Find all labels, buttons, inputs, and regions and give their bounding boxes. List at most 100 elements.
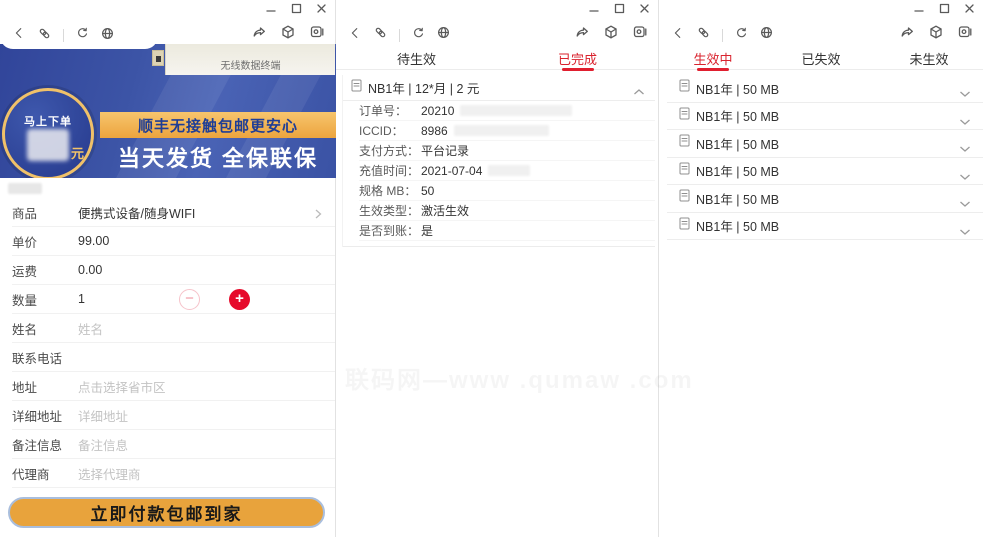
close-button[interactable] — [639, 3, 650, 14]
form-row-address-detail[interactable]: 详细地址 详细地址 — [12, 401, 335, 430]
close-button[interactable] — [964, 3, 975, 14]
minimize-button[interactable] — [589, 3, 600, 14]
maximize-button[interactable] — [614, 3, 625, 14]
form-row-product[interactable]: 商品 便携式设备/随身WIFI — [12, 198, 335, 227]
detail-label: 规格 MB： — [359, 184, 417, 198]
chevron-up-icon[interactable] — [633, 83, 645, 101]
address-detail-input[interactable]: 详细地址 — [78, 406, 128, 425]
refresh-icon[interactable] — [75, 26, 89, 45]
float-window-icon[interactable] — [632, 24, 648, 45]
nav-toolbar — [336, 22, 451, 48]
detail-value: 20210 — [421, 103, 455, 118]
chevron-down-icon[interactable] — [959, 140, 971, 158]
tab-expired-plans[interactable]: 已失效 — [767, 48, 875, 69]
maximize-button[interactable] — [291, 3, 302, 14]
globe-icon[interactable] — [436, 25, 451, 45]
refresh-icon[interactable] — [734, 26, 748, 45]
refresh-icon[interactable] — [411, 26, 425, 45]
photo-caption: 无线数据终端 — [220, 61, 281, 72]
order-card-title: NB1年 | 12*月 | 2 元 — [368, 82, 480, 96]
share-icon[interactable] — [251, 24, 267, 45]
agent-picker[interactable]: 选择代理商 — [78, 464, 141, 483]
divider — [722, 28, 723, 42]
document-icon — [351, 79, 362, 97]
back-icon[interactable] — [348, 26, 362, 45]
detail-label: 订单号： — [359, 104, 408, 118]
badge-text: 马上下单 — [24, 116, 72, 128]
tab-inactive-plans[interactable]: 未生效 — [875, 48, 983, 69]
chevron-down-icon[interactable] — [959, 168, 971, 186]
pay-now-button[interactable]: 立即付款包邮到家 — [8, 497, 325, 528]
row-label: 联系电话 — [12, 351, 63, 366]
form-row-phone[interactable]: 联系电话 — [12, 343, 335, 372]
float-window-icon[interactable] — [309, 24, 325, 45]
region-picker[interactable]: 点击选择省市区 — [78, 377, 166, 396]
float-window-icon[interactable] — [957, 24, 973, 45]
window-order-detail: 待生效 已完成 NB1年 | 12*月 | 2 元 订单号： 20210 ICC… — [336, 0, 659, 537]
share-icon[interactable] — [574, 24, 590, 45]
list-item[interactable]: NB1年 | 50 MB — [667, 130, 983, 158]
document-icon — [679, 107, 690, 125]
back-icon[interactable] — [671, 26, 685, 45]
document-icon — [679, 79, 690, 97]
share-icon[interactable] — [899, 24, 915, 45]
row-label: 地址 — [12, 380, 38, 395]
form-row-remarks[interactable]: 备注信息 备注信息 — [12, 430, 335, 459]
miniprogram-icon[interactable] — [280, 24, 296, 45]
globe-icon[interactable] — [100, 26, 115, 46]
window-order-form: 马上下单 元 顺丰无接触包邮更安心 当天发货 全保联保 无线数据终端 商品 便携… — [0, 0, 336, 537]
remarks-input[interactable]: 备注信息 — [78, 435, 128, 454]
form-row-name[interactable]: 姓名 姓名 — [12, 314, 335, 343]
detail-row-recharge-time: 充值时间： 2021-07-04 — [359, 161, 655, 181]
detail-row-order-no: 订单号： 20210 — [359, 101, 655, 121]
link-icon[interactable] — [373, 25, 388, 45]
miniprogram-icon[interactable] — [603, 24, 619, 45]
chevron-down-icon[interactable] — [959, 223, 971, 241]
miniprogram-icon[interactable] — [928, 24, 944, 45]
banner-headline: 当天发货 全保联保 — [117, 146, 319, 171]
redacted-value — [460, 105, 573, 116]
tab-active-plans[interactable]: 生效中 — [659, 48, 767, 69]
quantity-minus-button[interactable]: − — [179, 289, 200, 310]
detail-value: 平台记录 — [421, 144, 470, 158]
row-label: 商品 — [12, 206, 38, 221]
banner-ribbon: 顺丰无接触包邮更安心 — [100, 112, 336, 138]
list-item[interactable]: NB1年 | 50 MB — [667, 158, 983, 186]
chevron-right-icon — [313, 207, 323, 225]
close-button[interactable] — [316, 3, 327, 14]
maximize-button[interactable] — [939, 3, 950, 14]
tab-completed[interactable]: 已完成 — [497, 48, 658, 69]
document-icon — [679, 189, 690, 207]
list-item[interactable]: NB1年 | 50 MB — [667, 103, 983, 131]
titlebar — [0, 0, 335, 22]
row-label: 数量 — [12, 293, 38, 308]
chevron-down-icon[interactable] — [959, 113, 971, 131]
form-row-address[interactable]: 地址 点击选择省市区 — [12, 372, 335, 401]
ribbon-text: 顺丰无接触包邮更安心 — [137, 117, 298, 135]
chevron-down-icon[interactable] — [959, 85, 971, 103]
divider — [399, 28, 400, 42]
list-item[interactable]: NB1年 | 50 MB — [667, 75, 983, 103]
link-icon[interactable] — [37, 26, 52, 46]
minimize-button[interactable] — [266, 3, 277, 14]
name-input[interactable]: 姓名 — [78, 319, 103, 338]
order-card-header[interactable]: NB1年 | 12*月 | 2 元 — [343, 75, 655, 101]
detail-row-iccid: ICCID： 8986 — [359, 121, 655, 141]
nav-capsule — [0, 22, 158, 49]
quantity-plus-button[interactable]: + — [229, 289, 250, 310]
tab-pending[interactable]: 待生效 — [336, 48, 497, 69]
list-item[interactable]: NB1年 | 50 MB — [667, 185, 983, 213]
detail-label: 支付方式： — [359, 144, 420, 158]
back-icon[interactable] — [12, 26, 26, 45]
order-card: NB1年 | 12*月 | 2 元 订单号： 20210 ICCID： 8986… — [342, 75, 655, 247]
list-item[interactable]: NB1年 | 50 MB — [667, 213, 983, 241]
chevron-down-icon[interactable] — [959, 195, 971, 213]
minimize-button[interactable] — [914, 3, 925, 14]
row-value: 0.00 — [78, 263, 103, 277]
form-row-shipping: 运费 0.00 — [12, 256, 335, 285]
globe-icon[interactable] — [759, 25, 774, 45]
form-row-agent[interactable]: 代理商 选择代理商 — [12, 459, 335, 488]
row-label: 备注信息 — [12, 438, 63, 453]
link-icon[interactable] — [696, 25, 711, 45]
row-label: 姓名 — [12, 322, 38, 337]
